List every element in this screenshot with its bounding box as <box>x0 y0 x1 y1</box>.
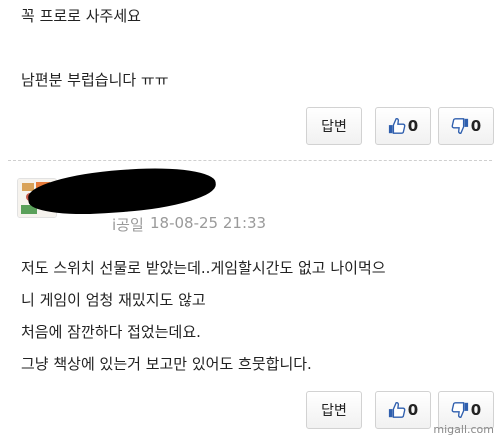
comment-timestamp: 18-08-25 21:33 <box>150 214 267 232</box>
thumbs-up-icon <box>388 118 406 134</box>
reply-button-label: 답변 <box>321 119 347 135</box>
comment-1-text-line-2: 남편분 부럽습니다 ㅠㅠ <box>21 71 169 89</box>
watermark: migall.com <box>433 423 494 436</box>
comment-author-partial[interactable]: i공일 <box>112 214 144 235</box>
comment-1-text-line-1: 꼭 프로로 사주세요 <box>21 7 141 25</box>
comment-1-reply-button[interactable]: 답변 <box>306 107 362 145</box>
thumbs-up-icon <box>388 402 406 418</box>
like-count: 0 <box>407 117 419 135</box>
dislike-count: 0 <box>470 117 482 135</box>
comment-2-text-line-2: 니 게임이 엄청 재밌지도 않고 <box>21 291 206 309</box>
comment-2-reply-button[interactable]: 답변 <box>306 391 362 429</box>
thumbs-down-icon <box>451 118 468 134</box>
reply-button-label: 답변 <box>321 403 347 419</box>
comment-1-like-button[interactable]: 0 <box>375 107 431 145</box>
redacted-username-mark <box>26 163 218 219</box>
like-count: 0 <box>407 401 419 419</box>
thumbs-down-icon <box>451 402 468 418</box>
comment-2-text-line-1: 저도 스위치 선물로 받았는데..게임할시간도 없고 나이먹으 <box>21 259 386 277</box>
comment-2-text-line-3: 처음에 잠깐하다 접었는데요. <box>21 323 201 341</box>
comment-2-text-line-4: 그냥 책상에 있는거 보고만 있어도 흐뭇합니다. <box>21 355 312 373</box>
comment-2-like-button[interactable]: 0 <box>375 391 431 429</box>
comment-divider <box>8 160 492 161</box>
dislike-count: 0 <box>470 401 482 419</box>
comment-1-dislike-button[interactable]: 0 <box>438 107 494 145</box>
